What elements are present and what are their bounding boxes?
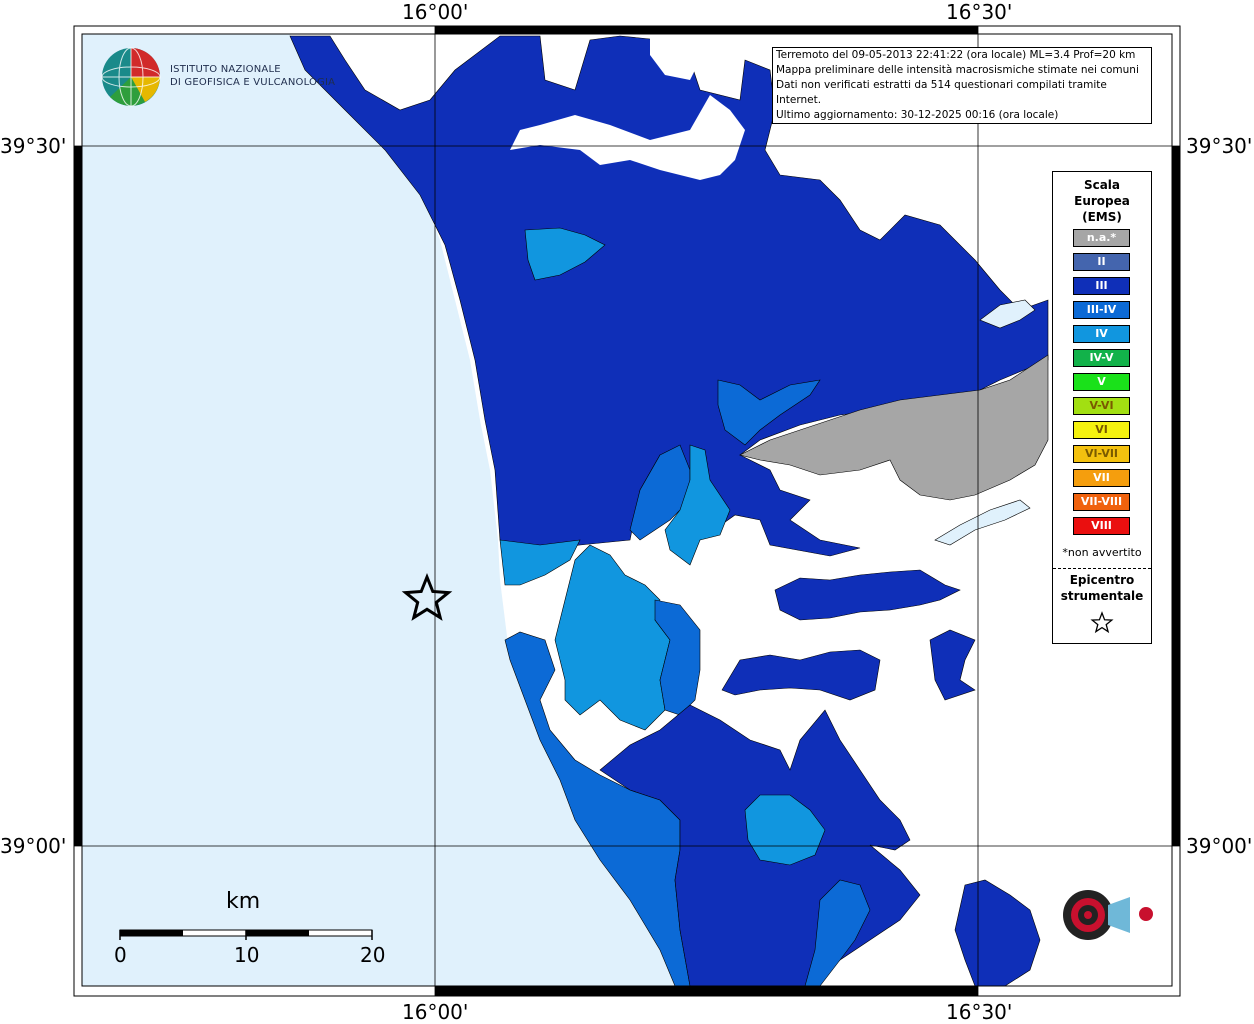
legend-item: VIII: [1073, 517, 1130, 535]
legend-item: IV: [1073, 325, 1130, 343]
event-info-line: Dati non verificati estratti da 514 ques…: [776, 79, 1107, 106]
event-info-line: Terremoto del 09-05-2013 22:41:22 (ora l…: [776, 49, 1136, 61]
lon-label-top-left: 16°00': [402, 0, 469, 24]
legend-item: IV-V: [1073, 349, 1130, 367]
legend-item: V: [1073, 373, 1130, 391]
lon-label-top-right: 16°30': [946, 0, 1013, 24]
scale-tick-label: 20: [360, 943, 386, 967]
event-info-line: Ultimo aggiornamento: 30-12-2025 00:16 (…: [776, 109, 1059, 121]
legend-item: VI-VII: [1073, 445, 1130, 463]
lon-label-bottom-right: 16°30': [946, 1000, 1013, 1024]
legend-title: Scala Europea (EMS): [1074, 178, 1130, 224]
lat-label-left-bottom: 39°00': [0, 834, 67, 858]
legend-item: II: [1073, 253, 1130, 271]
legend-item: VII-VIII: [1073, 493, 1130, 511]
event-info-line: Mappa preliminare delle intensità macros…: [776, 64, 1139, 76]
legend-item: V-VI: [1073, 397, 1130, 415]
institute-line-2: DI GEOFISICA E VULCANOLOGIA: [170, 77, 336, 88]
scale-tick-label: 10: [234, 943, 260, 967]
legend-item: VI: [1073, 421, 1130, 439]
legend-star-icon: [1090, 611, 1114, 634]
legend-item: n.a.*: [1073, 229, 1130, 247]
intensity-legend: Scala Europea (EMS) n.a.* II III III-IV IV IV-V…: [1052, 171, 1152, 644]
lon-label-bottom-left: 16°00': [402, 1000, 469, 1024]
lat-label-left-top: 39°30': [0, 134, 67, 158]
legend-separator: [1053, 568, 1151, 569]
legend-item: VII: [1073, 469, 1130, 487]
legend-item: III: [1073, 277, 1130, 295]
legend-item: III-IV: [1073, 301, 1130, 319]
scale-unit: km: [226, 889, 261, 914]
institute-line-1: ISTITUTO NAZIONALE: [170, 64, 281, 75]
lat-label-right-bottom: 39°00': [1186, 834, 1253, 858]
event-info-box: Terremoto del 09-05-2013 22:41:22 (ora l…: [772, 47, 1152, 124]
lat-label-right-top: 39°30': [1186, 134, 1253, 158]
legend-epicenter-label: Epicentro strumentale: [1060, 573, 1144, 603]
scale-tick-label: 0: [114, 943, 127, 967]
ingv-logo-icon: [101, 47, 161, 107]
legend-note: *non avvertito: [1062, 546, 1142, 559]
institute-name: ISTITUTO NAZIONALE DI GEOFISICA E VULCAN…: [170, 63, 335, 89]
